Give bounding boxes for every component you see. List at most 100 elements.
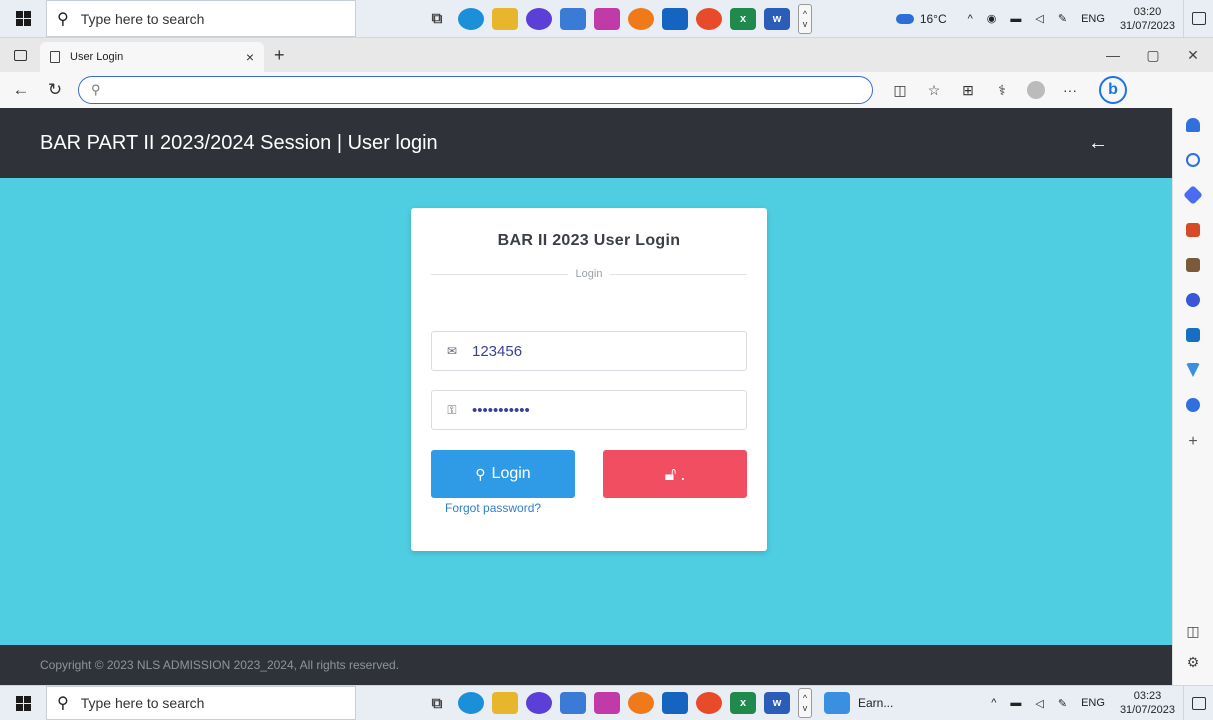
language-indicator[interactable]: ENG xyxy=(1081,13,1105,25)
divider-label: Login xyxy=(575,268,603,280)
taskbar-overflow-chevron-icon[interactable]: ^ v xyxy=(798,688,812,718)
briefcase-icon[interactable] xyxy=(1186,223,1200,237)
clock[interactable]: 03:20 31/07/2023 xyxy=(1120,5,1175,33)
app-icon[interactable] xyxy=(594,692,620,714)
media-player-icon[interactable] xyxy=(526,7,552,30)
page-footer: Copyright © 2023 NLS ADMISSION 2023_2024… xyxy=(0,645,1172,685)
username-field[interactable]: ✉ xyxy=(431,331,747,371)
edge-sidebar: + ◫ ⚙ xyxy=(1172,108,1213,685)
close-window-button[interactable]: ✕ xyxy=(1173,47,1213,64)
start-button-bottom[interactable] xyxy=(0,686,46,720)
clock-bottom[interactable]: 03:23 31/07/2023 xyxy=(1120,689,1175,717)
running-app-label[interactable]: Earn... xyxy=(858,696,893,710)
volume-icon[interactable]: ◁ xyxy=(1035,12,1043,25)
taskbar-search-box-bottom[interactable]: ⚲ Type here to search xyxy=(46,686,356,720)
tray-chevron-icon[interactable]: ^ xyxy=(991,697,996,709)
battery-icon[interactable]: ▬ xyxy=(1010,697,1021,709)
file-explorer-icon[interactable] xyxy=(492,692,518,714)
collections-icon[interactable]: ⊞ xyxy=(951,82,985,99)
office-icon[interactable] xyxy=(1186,293,1200,307)
new-tab-button[interactable]: + xyxy=(274,45,285,66)
notification-button[interactable] xyxy=(1183,0,1213,37)
address-bar-row: ← ↻ ⚲ ◫ ☆ ⊞ ⚕ ··· b xyxy=(0,72,1213,108)
mail-icon[interactable] xyxy=(662,692,688,714)
unlock-button-label: . xyxy=(680,463,686,484)
weather-widget[interactable]: 16°C xyxy=(895,12,947,26)
file-explorer-icon[interactable] xyxy=(492,7,518,30)
workspaces-button[interactable] xyxy=(0,49,40,61)
games-icon[interactable] xyxy=(1186,258,1200,272)
login-divider: Login xyxy=(431,268,748,280)
task-view-icon[interactable]: ⧉ xyxy=(424,8,450,30)
login-button[interactable]: ⚲ Login xyxy=(431,450,575,498)
battery-icon[interactable]: ▬ xyxy=(1010,13,1021,25)
store-icon[interactable] xyxy=(560,7,586,30)
workspaces-icon xyxy=(13,49,27,61)
hide-sidebar-icon[interactable]: ◫ xyxy=(1186,623,1199,640)
password-field[interactable]: ⚿ xyxy=(431,390,747,430)
more-options-icon[interactable]: ··· xyxy=(1053,82,1087,98)
task-view-icon[interactable]: ⧉ xyxy=(424,692,450,714)
excel-icon[interactable]: x xyxy=(730,692,756,714)
browser-toolbar: ◫ ☆ ⊞ ⚕ ··· b xyxy=(883,76,1127,104)
pen-icon[interactable]: ✎ xyxy=(1058,697,1067,710)
refresh-button[interactable]: ↻ xyxy=(42,80,68,100)
url-input[interactable]: ⚲ xyxy=(78,76,873,104)
taskbar-search-box[interactable]: ⚲ Type here to search xyxy=(46,0,356,37)
tab-user-login[interactable]: User Login × xyxy=(40,42,264,72)
divider-line-left xyxy=(431,273,568,275)
mail-icon[interactable] xyxy=(662,7,688,30)
start-button[interactable] xyxy=(0,0,46,37)
key-icon: ⚿ xyxy=(447,402,457,417)
bing-copilot-icon[interactable]: b xyxy=(1099,76,1127,104)
extensions-icon[interactable]: ⚕ xyxy=(985,82,1019,99)
search-sidebar-icon[interactable] xyxy=(1186,153,1200,167)
sidebar-settings-icon[interactable]: ⚙ xyxy=(1187,654,1200,671)
minimize-button[interactable]: — xyxy=(1093,47,1133,63)
firefox-icon[interactable] xyxy=(628,7,654,30)
profile-avatar[interactable] xyxy=(1027,81,1045,99)
tab-title: User Login xyxy=(70,51,124,63)
restore-button[interactable]: ▢ xyxy=(1133,47,1173,64)
sidebar-bottom: ◫ ⚙ xyxy=(1173,623,1213,685)
outlook-icon[interactable] xyxy=(1186,328,1200,342)
back-arrow-icon[interactable]: ← xyxy=(1088,132,1108,155)
media-player-icon[interactable] xyxy=(526,692,552,714)
edge-icon[interactable] xyxy=(458,7,484,30)
volume-icon[interactable]: ◁ xyxy=(1035,697,1043,710)
word-icon[interactable]: w xyxy=(764,7,790,30)
edge-icon[interactable] xyxy=(458,692,484,714)
favorites-icon[interactable]: ☆ xyxy=(917,82,951,99)
pen-icon[interactable]: ✎ xyxy=(1058,12,1067,25)
tag-icon[interactable] xyxy=(1183,185,1203,205)
app-icon[interactable] xyxy=(594,7,620,30)
chrome-icon[interactable] xyxy=(696,692,722,714)
taskbar-search-placeholder: Type here to search xyxy=(80,695,205,711)
drop-icon[interactable] xyxy=(1186,363,1200,377)
notification-button[interactable] xyxy=(1183,686,1213,720)
add-sidebar-app-icon[interactable]: + xyxy=(1188,433,1197,451)
language-indicator[interactable]: ENG xyxy=(1081,697,1105,709)
taskbar-overflow-chevron-icon[interactable]: ^ v xyxy=(798,3,812,34)
record-icon[interactable]: ◉ xyxy=(987,12,997,25)
username-input[interactable] xyxy=(472,342,722,360)
document-app-icon[interactable] xyxy=(824,692,850,714)
tray-chevron-icon[interactable]: ^ xyxy=(968,13,973,25)
split-screen-icon[interactable]: ◫ xyxy=(883,82,917,99)
login-button-label: Login xyxy=(491,465,531,482)
bell-icon[interactable] xyxy=(1186,118,1200,132)
back-button[interactable]: ← xyxy=(8,80,34,100)
chrome-icon[interactable] xyxy=(696,7,722,30)
copyright-text: Copyright © 2023 NLS ADMISSION 2023_2024… xyxy=(40,658,400,672)
excel-icon[interactable]: x xyxy=(730,7,756,30)
forgot-password-link[interactable]: Forgot password? xyxy=(445,501,541,515)
close-tab-icon[interactable]: × xyxy=(246,49,254,65)
store-icon[interactable] xyxy=(560,692,586,714)
desktop-screen: ⚲ Type here to search ⧉ x w ^ v 16°C ^ ◉ … xyxy=(0,0,1213,720)
g-app-icon[interactable] xyxy=(1186,398,1200,412)
taskbar-search-placeholder: Type here to search xyxy=(80,10,205,27)
password-input[interactable] xyxy=(472,401,722,419)
firefox-icon[interactable] xyxy=(628,692,654,714)
unlock-button[interactable]: 🔓︎ . xyxy=(603,450,747,498)
word-icon[interactable]: w xyxy=(764,692,790,714)
